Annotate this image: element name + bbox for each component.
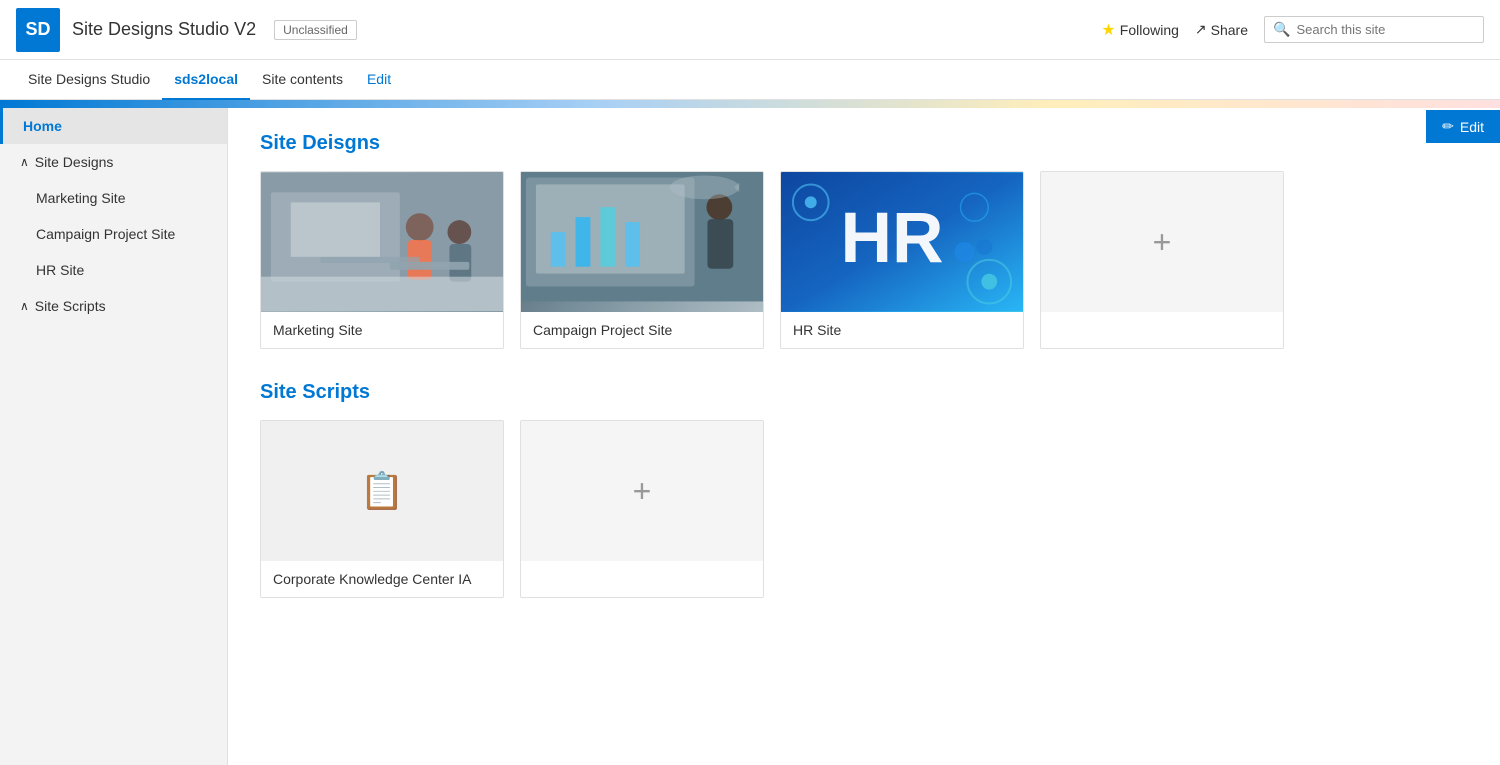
hr-illustration: HR [781, 172, 1023, 312]
campaign-illustration [521, 172, 763, 302]
site-designs-cards-grid: Marketing Site [260, 171, 1468, 349]
nav-label: Site Designs Studio [28, 71, 150, 87]
sidebar-group-site-designs[interactable]: ∧ Site Designs [0, 144, 227, 180]
blue-banner [0, 100, 1500, 108]
sidebar-site-scripts-label: Site Scripts [35, 298, 106, 314]
sidebar: Home ∧ Site Designs Marketing Site Campa… [0, 108, 228, 765]
add-script-icon: + [633, 473, 652, 510]
sidebar-campaign-label: Campaign Project Site [36, 226, 175, 242]
site-title: Site Designs Studio V2 [72, 19, 256, 40]
nav-item-edit[interactable]: Edit [355, 60, 403, 100]
add-design-icon: + [1153, 224, 1172, 261]
chevron-down-icon: ∧ [20, 299, 29, 313]
star-icon: ★ [1101, 20, 1115, 40]
sidebar-home-label: Home [23, 118, 62, 134]
share-button[interactable]: ↗ Share [1195, 21, 1248, 38]
nav-bar: Site Designs Studio sds2local Site conte… [0, 60, 1500, 100]
card-hr-label: HR Site [781, 312, 1023, 348]
share-icon: ↗ [1195, 21, 1207, 38]
site-title-block: Site Designs Studio V2 Unclassified [72, 19, 357, 40]
svg-text:HR: HR [841, 198, 944, 278]
card-add-script-label [521, 561, 763, 597]
sidebar-item-home[interactable]: Home [0, 108, 227, 144]
top-bar-left: SD Site Designs Studio V2 Unclassified [16, 8, 357, 52]
pencil-icon: ✏ [1442, 118, 1454, 135]
card-campaign-project-site[interactable]: Campaign Project Site [520, 171, 764, 349]
nav-label: Edit [367, 71, 391, 87]
site-scripts-cards-grid: 📋 Corporate Knowledge Center IA + [260, 420, 1468, 598]
card-add-script-image: + [521, 421, 763, 561]
sidebar-site-designs-label: Site Designs [35, 154, 114, 170]
card-campaign-label: Campaign Project Site [521, 312, 763, 348]
card-corporate-knowledge-center[interactable]: 📋 Corporate Knowledge Center IA [260, 420, 504, 598]
site-designs-section-title: Site Deisgns [260, 132, 1468, 155]
card-add-design-label [1041, 312, 1283, 348]
card-marketing-site[interactable]: Marketing Site [260, 171, 504, 349]
card-add-design[interactable]: + [1040, 171, 1284, 349]
card-marketing-label: Marketing Site [261, 312, 503, 348]
chevron-down-icon: ∧ [20, 155, 29, 169]
top-bar-right: ★ Following ↗ Share 🔍 [1101, 16, 1484, 43]
nav-label: sds2local [174, 71, 238, 87]
card-corporate-image: 📋 [261, 421, 503, 561]
sidebar-hr-label: HR Site [36, 262, 84, 278]
hr-scene: HR [781, 172, 1023, 312]
nav-item-sds2local[interactable]: sds2local [162, 60, 250, 100]
sidebar-item-hr-site[interactable]: HR Site [0, 252, 227, 288]
nav-item-site-designs-studio[interactable]: Site Designs Studio [16, 60, 162, 100]
nav-item-site-contents[interactable]: Site contents [250, 60, 355, 100]
content-area: Site Deisgns [228, 108, 1500, 765]
marketing-illustration [261, 172, 503, 312]
site-scripts-section-title: Site Scripts [260, 381, 1468, 404]
card-hr-image: HR [781, 172, 1023, 312]
card-corporate-label: Corporate Knowledge Center IA [261, 561, 503, 597]
card-hr-site[interactable]: HR HR Sit [780, 171, 1024, 349]
marketing-scene [261, 172, 503, 312]
edit-page-button[interactable]: ✏ Edit [1426, 110, 1500, 143]
nav-label: Site contents [262, 71, 343, 87]
sidebar-marketing-label: Marketing Site [36, 190, 125, 206]
sidebar-item-campaign-project-site[interactable]: Campaign Project Site [0, 216, 227, 252]
card-campaign-image [521, 172, 763, 312]
sidebar-item-marketing-site[interactable]: Marketing Site [0, 180, 227, 216]
edit-button-label: Edit [1460, 119, 1484, 135]
top-bar: SD Site Designs Studio V2 Unclassified ★… [0, 0, 1500, 60]
card-add-design-image: + [1041, 172, 1283, 312]
card-add-script[interactable]: + [520, 420, 764, 598]
main-layout: Home ∧ Site Designs Marketing Site Campa… [0, 108, 1500, 765]
search-input[interactable] [1296, 22, 1475, 37]
following-button[interactable]: ★ Following [1101, 20, 1178, 40]
sidebar-group-site-scripts[interactable]: ∧ Site Scripts [0, 288, 227, 324]
search-icon: 🔍 [1273, 21, 1290, 38]
search-box: 🔍 [1264, 16, 1484, 43]
card-marketing-image [261, 172, 503, 312]
campaign-scene [521, 172, 763, 312]
script-document-icon: 📋 [360, 470, 405, 512]
following-label: Following [1120, 22, 1179, 38]
site-logo: SD [16, 8, 60, 52]
share-label: Share [1211, 22, 1248, 38]
unclassified-badge: Unclassified [274, 20, 357, 40]
